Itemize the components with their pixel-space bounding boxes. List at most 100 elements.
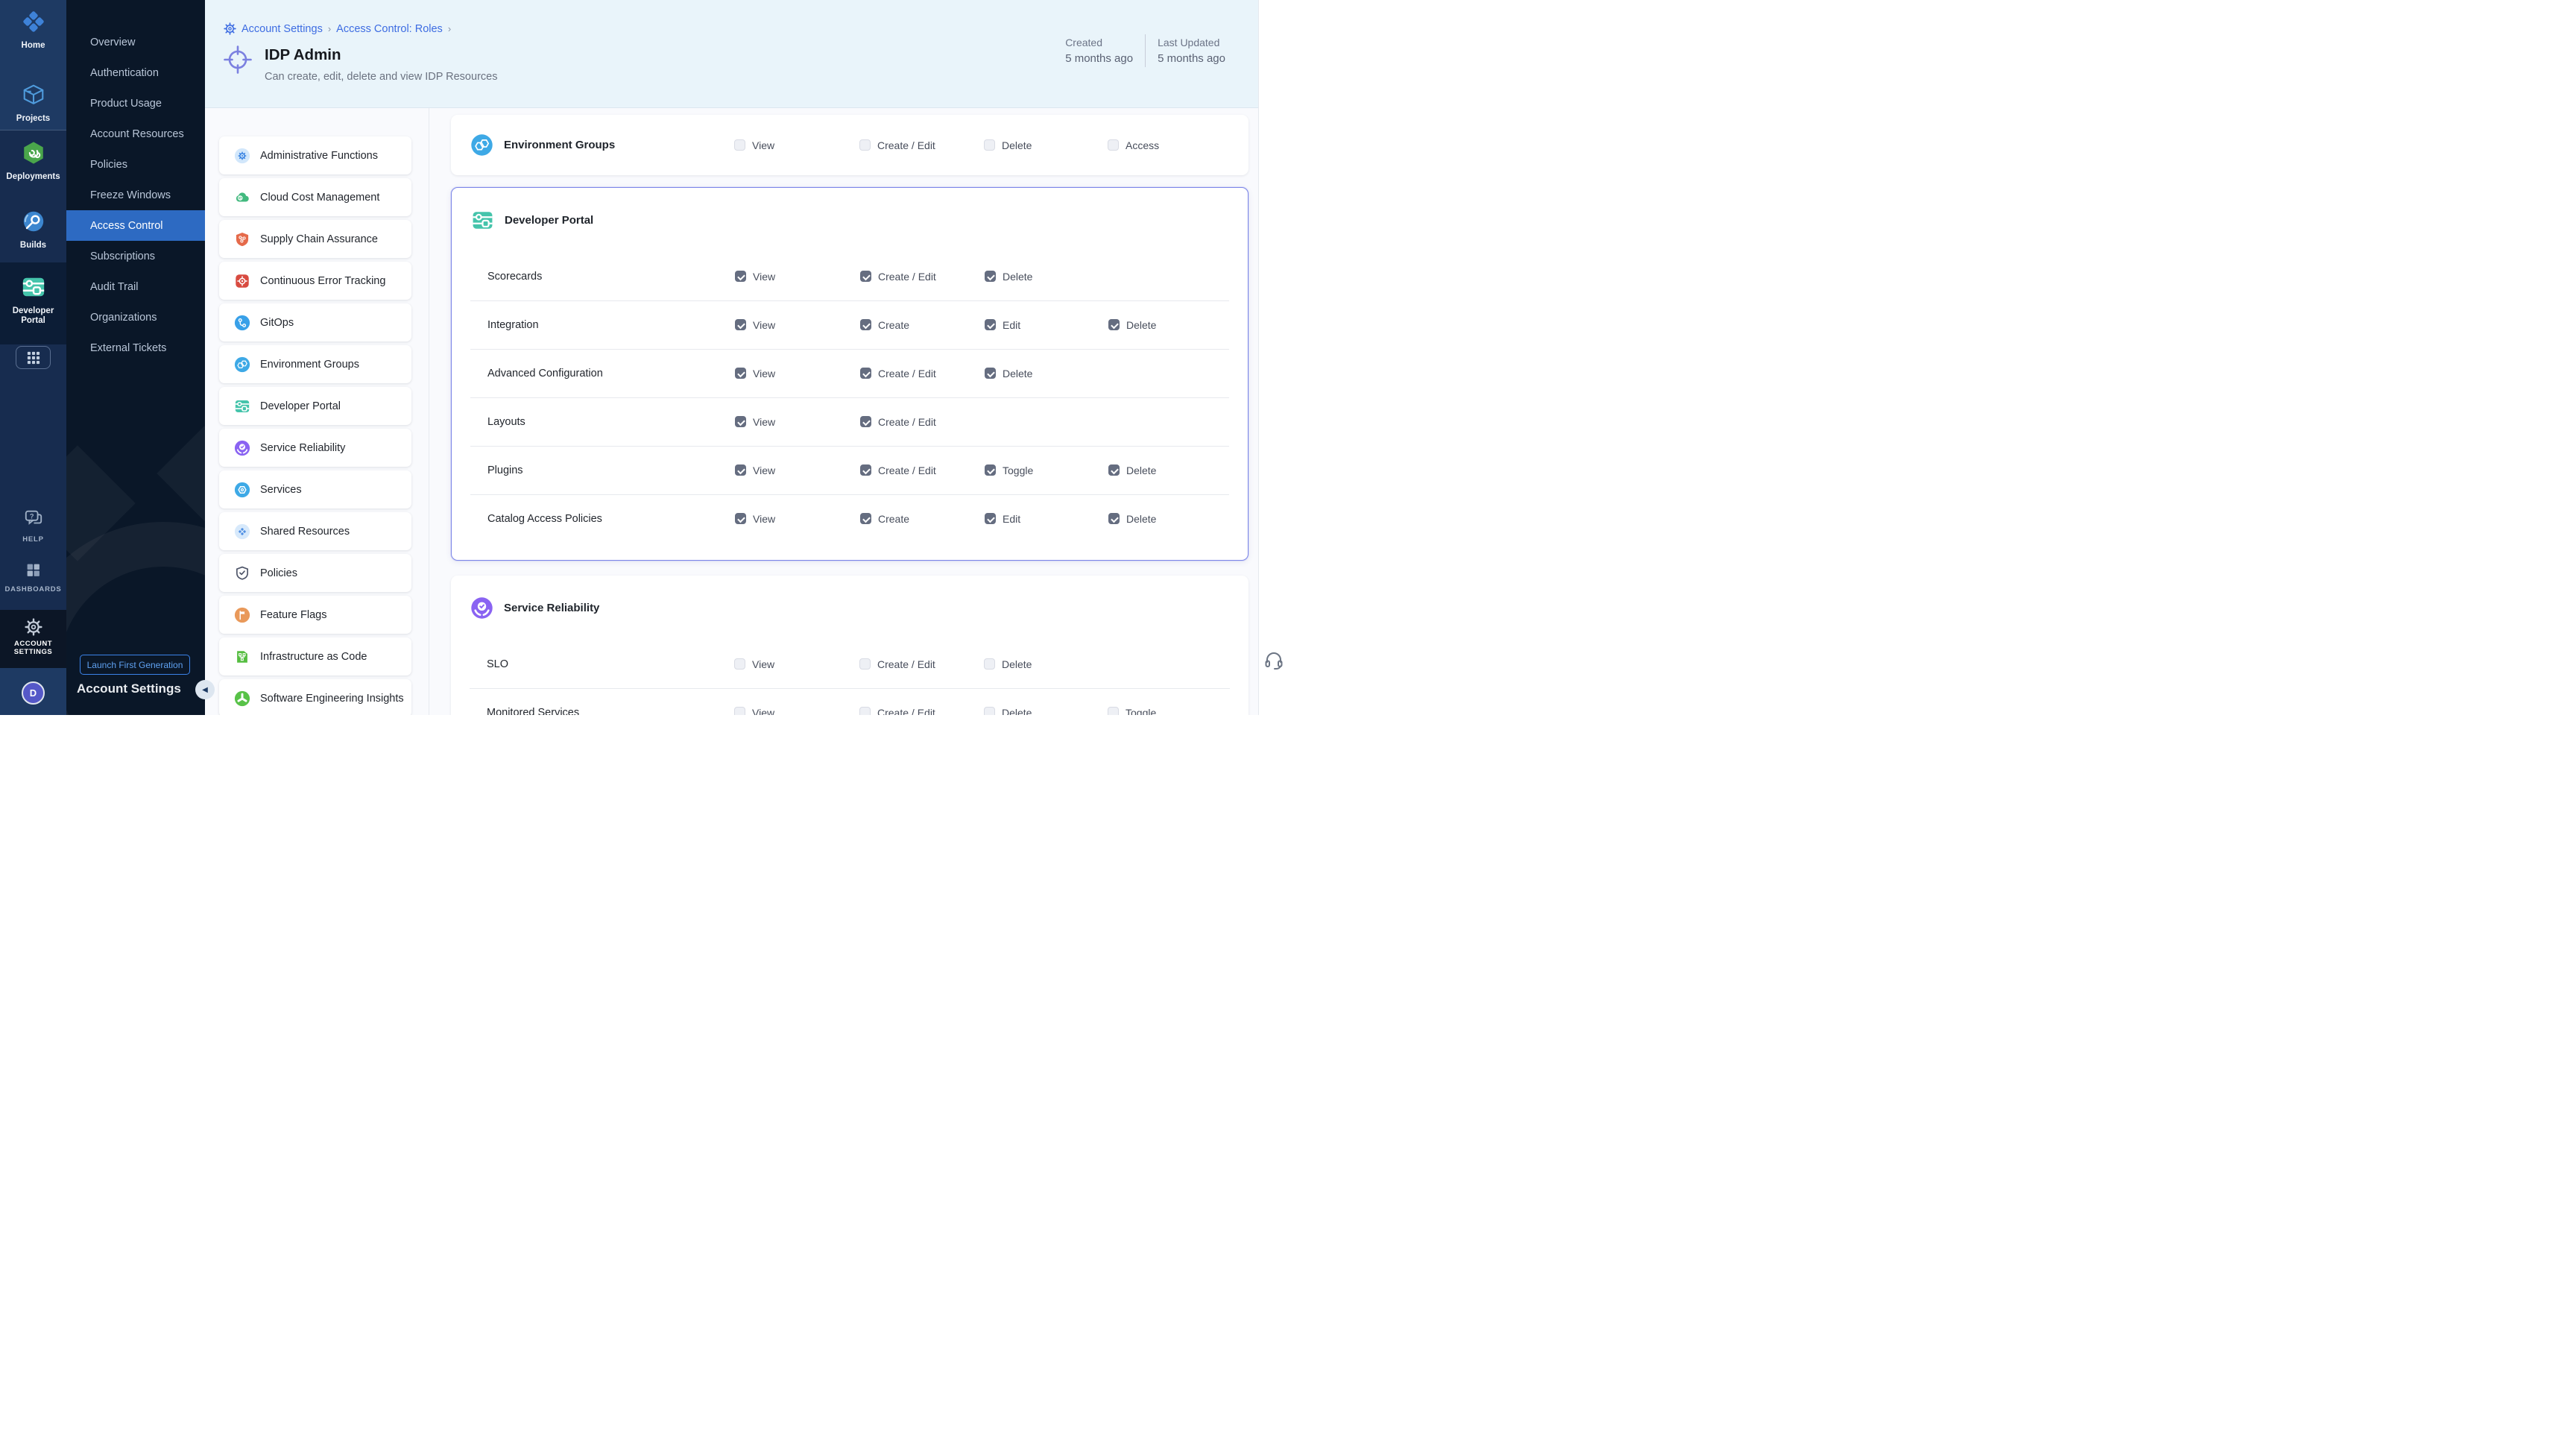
permission-row-label: Scorecards — [452, 271, 735, 283]
category-service-reliability[interactable]: Service Reliability — [219, 429, 411, 467]
breadcrumb-link-access-control-roles[interactable]: Access Control: Roles — [336, 23, 443, 35]
checkbox-create-edit[interactable] — [860, 271, 871, 282]
checkbox-toggle[interactable] — [985, 464, 996, 476]
checkbox-edit[interactable] — [985, 319, 996, 330]
checkbox-edit[interactable] — [985, 513, 996, 524]
permission-rows: SLOViewCreate / EditDeleteMonitored Serv… — [451, 640, 1248, 715]
permission-row: Catalog Access PoliciesViewCreateEditDel… — [452, 494, 1248, 543]
checkbox-toggle[interactable] — [1108, 707, 1119, 715]
rail-item-projects[interactable]: Projects — [0, 82, 66, 124]
checkbox-delete[interactable] — [1108, 513, 1120, 524]
all-modules-button[interactable] — [16, 346, 51, 369]
checkbox-view[interactable] — [735, 319, 746, 330]
rail-item-account-settings[interactable]: ACCOUNT SETTINGS — [0, 610, 66, 668]
checkbox-create-edit[interactable] — [860, 416, 871, 427]
checkbox-view[interactable] — [734, 707, 745, 715]
service-reliability-icon — [470, 596, 493, 620]
category-software-engineering-insights[interactable]: Software Engineering Insights — [219, 679, 411, 715]
shared-resources-icon — [234, 523, 250, 540]
category-infrastructure-as-code[interactable]: Infrastructure as Code — [219, 637, 411, 675]
rail-item-deployments[interactable]: Deployments — [0, 140, 66, 182]
support-headset-icon[interactable] — [1263, 650, 1284, 671]
rail-item-label: ACCOUNT SETTINGS — [0, 640, 66, 656]
sidebar-item-audit-trail[interactable]: Audit Trail — [66, 271, 205, 302]
rail-item-dashboards[interactable]: DASHBOARDS — [0, 562, 66, 593]
permission-create-edit: Create / Edit — [860, 271, 985, 283]
category-policies[interactable]: Policies — [219, 554, 411, 592]
settings-sidebar-items: OverviewAuthenticationProduct UsageAccou… — [66, 0, 205, 363]
checkbox-delete[interactable] — [984, 658, 995, 670]
category-label: Services — [260, 484, 302, 496]
category-continuous-error-tracking[interactable]: Continuous Error Tracking — [219, 262, 411, 300]
category-services[interactable]: Services — [219, 470, 411, 508]
category-environment-groups[interactable]: Environment Groups — [219, 345, 411, 383]
rail-item-home[interactable]: Home — [0, 9, 66, 51]
sidebar-item-access-control[interactable]: Access Control — [66, 210, 205, 241]
module-rail: Home Projects Deployments Builds Developer P… — [0, 0, 66, 715]
category-shared-resources[interactable]: Shared Resources — [219, 512, 411, 550]
sidebar-collapse-button[interactable]: ◀ — [195, 680, 215, 699]
checkbox-view[interactable] — [735, 513, 746, 524]
rail-item-builds[interactable]: Builds — [0, 209, 66, 251]
checkbox-view[interactable] — [735, 416, 746, 427]
category-supply-chain-assurance[interactable]: Supply Chain Assurance — [219, 220, 411, 258]
checkbox-view[interactable] — [735, 271, 746, 282]
panel-header: Service Reliability — [451, 576, 1248, 640]
permission-delete: Delete — [984, 139, 1108, 151]
checkbox-create[interactable] — [860, 513, 871, 524]
rail-item-help[interactable]: ? HELP — [0, 508, 66, 544]
account-settings-roles-page: Home Projects Deployments Builds Developer P… — [0, 0, 1288, 715]
category-label: Software Engineering Insights — [260, 693, 404, 705]
sidebar-item-product-usage[interactable]: Product Usage — [66, 88, 205, 119]
created-value: 5 months ago — [1065, 51, 1133, 67]
sidebar-item-overview[interactable]: Overview — [66, 27, 205, 57]
checkbox-delete[interactable] — [984, 139, 995, 151]
checkbox-delete[interactable] — [985, 368, 996, 379]
checkbox-delete[interactable] — [1108, 464, 1120, 476]
sidebar-item-authentication[interactable]: Authentication — [66, 57, 205, 88]
permission-view: View — [735, 416, 860, 428]
checkbox-create[interactable] — [860, 319, 871, 330]
checkbox-view[interactable] — [735, 368, 746, 379]
checkbox-create-edit[interactable] — [859, 658, 871, 670]
sidebar-item-policies[interactable]: Policies — [66, 149, 205, 180]
category-developer-portal[interactable]: Developer Portal — [219, 387, 411, 425]
category-label: Infrastructure as Code — [260, 651, 367, 663]
checkbox-access[interactable] — [1108, 139, 1119, 151]
checkbox-view[interactable] — [734, 658, 745, 670]
permission-create-edit: Create / Edit — [860, 464, 985, 476]
checkbox-view[interactable] — [734, 139, 745, 151]
panel-title: Environment Groups — [504, 139, 615, 151]
permission-edit: Edit — [985, 513, 1108, 525]
sidebar-item-external-tickets[interactable]: External Tickets — [66, 333, 205, 363]
permission-create-edit: Create / Edit — [859, 658, 984, 670]
breadcrumb-link-account-settings[interactable]: Account Settings — [242, 23, 323, 35]
launch-first-generation-button[interactable]: Launch First Generation — [80, 655, 190, 675]
checkbox-delete[interactable] — [1108, 319, 1120, 330]
rail-item-developer-portal[interactable]: Developer Portal — [0, 262, 66, 344]
category-gitops[interactable]: GitOps — [219, 303, 411, 341]
checkbox-create-edit[interactable] — [860, 464, 871, 476]
permission-view: View — [734, 658, 859, 670]
checkbox-create-edit[interactable] — [859, 707, 871, 715]
sidebar-item-organizations[interactable]: Organizations — [66, 302, 205, 333]
svg-text:?: ? — [29, 512, 34, 520]
checkbox-create-edit[interactable] — [859, 139, 871, 151]
permission-view: View — [735, 464, 860, 476]
category-feature-flags[interactable]: Feature Flags — [219, 596, 411, 634]
category-administrative-functions[interactable]: Administrative Functions — [219, 136, 411, 174]
category-cloud-cost-management[interactable]: $Cloud Cost Management — [219, 178, 411, 216]
sidebar-item-freeze-windows[interactable]: Freeze Windows — [66, 180, 205, 210]
permission-edit: Edit — [985, 319, 1108, 331]
sidebar-item-subscriptions[interactable]: Subscriptions — [66, 241, 205, 271]
checkbox-delete[interactable] — [984, 707, 995, 715]
checkbox-view[interactable] — [735, 464, 746, 476]
checkbox-create-edit[interactable] — [860, 368, 871, 379]
projects-cube-icon — [21, 82, 46, 107]
avatar[interactable]: D — [22, 681, 45, 705]
sidebar-item-account-resources[interactable]: Account Resources — [66, 119, 205, 149]
checkbox-delete[interactable] — [985, 271, 996, 282]
permission-row: LayoutsViewCreate / Edit — [452, 397, 1248, 446]
breadcrumb: Account Settings › Access Control: Roles… — [224, 22, 451, 35]
permissions-main: Administrative Functions $Cloud Cost Mana… — [205, 108, 1258, 715]
